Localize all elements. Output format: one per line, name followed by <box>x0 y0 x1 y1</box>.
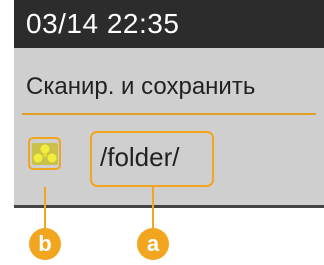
folder-icon-highlight[interactable] <box>28 137 61 170</box>
datetime-display: 03/14 22:35 <box>26 8 180 39</box>
screen-title: Сканир. и сохранить <box>26 73 256 100</box>
destination-path: /folder/ <box>100 142 180 172</box>
display-bottom-edge <box>14 205 324 208</box>
shared-folder-icon <box>31 142 58 165</box>
callout-line-b <box>44 187 46 228</box>
callout-badge-b: b <box>29 228 61 260</box>
callout-badge-a: a <box>137 228 169 260</box>
callout-line-a <box>152 187 154 228</box>
status-bar: 03/14 22:35 <box>14 0 324 48</box>
device-display: 03/14 22:35 Сканир. и сохранить /folder/ <box>14 0 324 207</box>
title-underline <box>22 113 316 115</box>
